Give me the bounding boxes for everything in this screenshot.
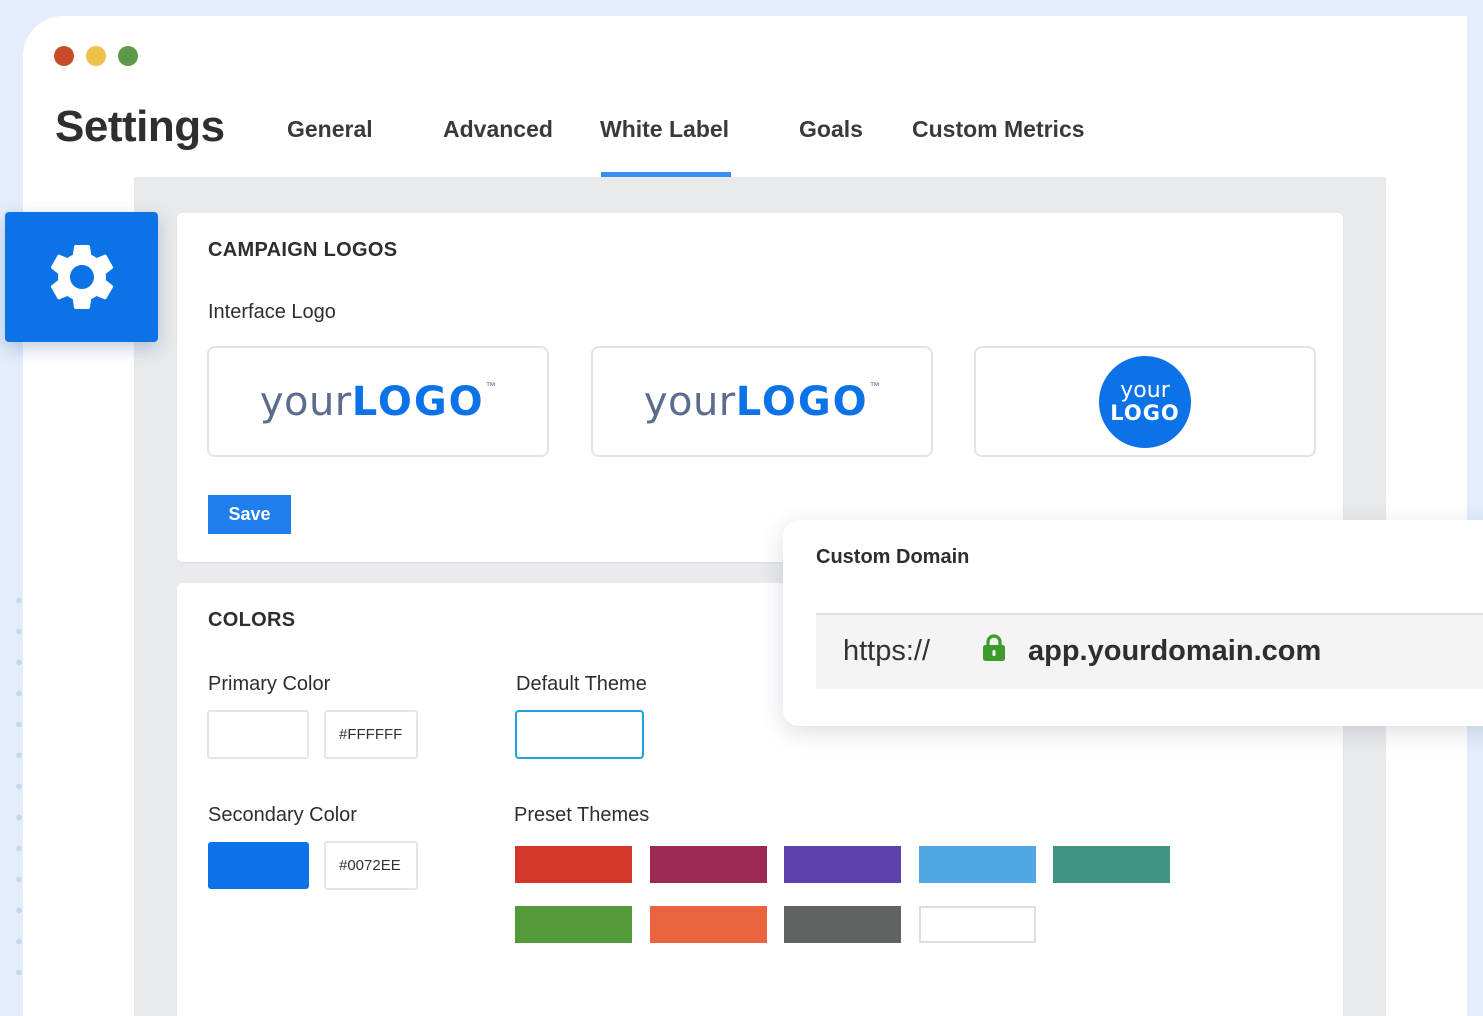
logo-logo-text: LOGO [735, 378, 869, 425]
settings-tabs: General Advanced White Label Goals Custo… [23, 116, 1467, 177]
campaign-logos-card: CAMPAIGN LOGOS Interface Logo your LOGO ™ … [177, 213, 1343, 562]
campaign-logos-title: CAMPAIGN LOGOS [208, 239, 398, 261]
save-button[interactable]: Save [208, 495, 291, 534]
colors-title: COLORS [208, 609, 296, 631]
domain-host: app.yourdomain.com [1028, 635, 1322, 667]
logo-your-text: your [1120, 377, 1170, 403]
tab-goals[interactable]: Goals [799, 116, 863, 143]
settings-window: Settings General Advanced White Label Go… [23, 16, 1467, 1016]
preset-theme-swatch[interactable] [1053, 846, 1170, 883]
minimize-window-button[interactable] [86, 46, 106, 66]
preset-theme-swatch[interactable] [515, 906, 632, 943]
interface-logo-label: Interface Logo [208, 301, 336, 323]
logo-logo-text: LOGO [351, 378, 485, 425]
logo-your-text: your [643, 378, 736, 425]
default-theme-label: Default Theme [516, 673, 647, 695]
primary-color-label: Primary Color [208, 673, 331, 695]
logo-trademark: ™ [485, 380, 497, 392]
tab-custom-metrics[interactable]: Custom Metrics [912, 116, 1085, 143]
logo-badge: your LOGO [1099, 355, 1191, 448]
gear-icon [50, 244, 113, 309]
logo-logo-text: LOGO [1110, 400, 1180, 425]
tab-white-label[interactable]: White Label [600, 116, 732, 177]
lock-icon [982, 634, 1006, 667]
custom-domain-field[interactable]: https:// app.yourdomain.com [816, 613, 1483, 689]
primary-color-swatch[interactable] [207, 710, 309, 759]
preset-theme-swatch[interactable] [784, 906, 901, 943]
window-controls [54, 46, 138, 66]
logo-wordmark: your LOGO ™ [260, 379, 496, 425]
logo-your-text: your [259, 378, 352, 425]
custom-domain-title: Custom Domain [816, 546, 970, 568]
tab-general[interactable]: General [287, 116, 373, 143]
preset-theme-swatch[interactable] [650, 846, 767, 883]
preset-theme-swatch[interactable] [650, 906, 767, 943]
secondary-color-hex-input[interactable]: #0072EE [324, 841, 418, 890]
tab-advanced[interactable]: Advanced [443, 116, 553, 143]
logo-option-3[interactable]: your LOGO [974, 346, 1316, 457]
logo-wordmark: your LOGO ™ [644, 379, 880, 425]
logo-option-2[interactable]: your LOGO ™ [591, 346, 933, 457]
preset-themes-label: Preset Themes [514, 804, 650, 826]
preset-theme-swatch[interactable] [515, 846, 632, 883]
custom-domain-card: Custom Domain https:// app.yourdomain.co… [783, 520, 1483, 726]
secondary-color-swatch[interactable] [208, 842, 309, 889]
logo-option-1[interactable]: your LOGO ™ [207, 346, 549, 457]
preset-theme-swatch[interactable] [919, 906, 1036, 943]
logo-trademark: ™ [869, 380, 881, 392]
maximize-window-button[interactable] [118, 46, 138, 66]
close-window-button[interactable] [54, 46, 74, 66]
domain-protocol: https:// [843, 635, 931, 667]
secondary-color-label: Secondary Color [208, 804, 357, 826]
default-theme-select[interactable] [515, 710, 644, 759]
settings-gear-tile[interactable] [5, 212, 158, 342]
preset-theme-swatch[interactable] [784, 846, 901, 883]
preset-theme-swatch[interactable] [919, 846, 1036, 883]
primary-color-hex-input[interactable]: #FFFFFF [324, 710, 418, 759]
